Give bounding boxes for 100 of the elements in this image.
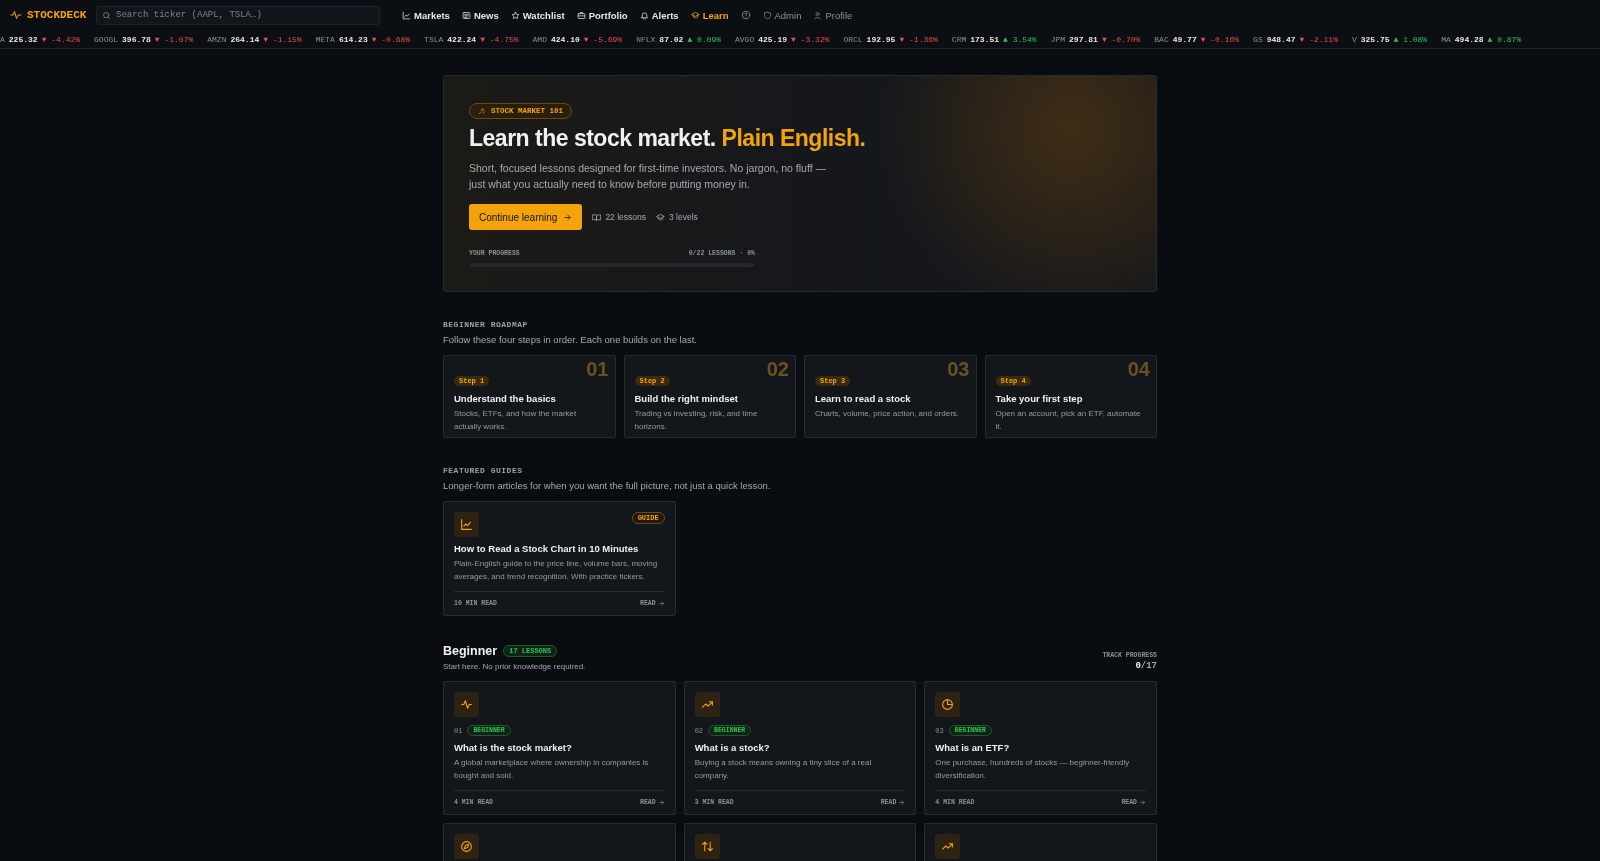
nav-icon <box>402 10 411 20</box>
ticker-symbol: CRM <box>951 34 967 44</box>
ticker-price: 424.10 <box>550 34 580 44</box>
chart-icon <box>460 518 473 531</box>
arrow-right-icon <box>898 799 906 806</box>
hero-description: Short, focused lessons designed for first-time investors. No jargon, no fluff — just what you actually need to know before putting money in. <box>469 161 827 192</box>
lesson-description: One purchase, hundreds of stocks — beginner-friendly diversification. <box>935 757 1131 782</box>
step-title: Understand the basics <box>454 393 557 404</box>
nav-link[interactable]: News <box>461 9 499 21</box>
step-description: Stocks, ETFs, and how the market actually works. <box>454 408 578 433</box>
ticker-symbol: A <box>0 34 5 44</box>
ticker-symbol: META <box>315 34 335 44</box>
nav-icon <box>510 10 520 20</box>
continue-learning-button[interactable]: Continue learning <box>469 204 583 230</box>
step-number: 04 <box>1127 358 1150 380</box>
level-count: 3 levels <box>669 212 698 222</box>
nav-link[interactable]: Watchlist <box>510 9 565 21</box>
step-title: Take your first step <box>995 393 1084 404</box>
ticker-price: 225.32 <box>8 34 38 44</box>
guide-description: Plain-English guide to the price line, volume bars, moving averages, and trend recognition. With practice tickers. <box>454 558 659 583</box>
ticker-change: ▼ -4.42% <box>41 34 81 44</box>
ticker-change: ▼ -3.32% <box>791 34 830 44</box>
ticker-change: ▲ 3.54% <box>1003 34 1037 44</box>
logo-icon <box>10 9 22 21</box>
lesson-title: What is a stock? <box>694 742 771 753</box>
nav-link[interactable]: Learn <box>690 9 729 21</box>
ticker-change: ▼ -1.15% <box>263 34 302 44</box>
track-subtitle: Start here. No prior knowledge required. <box>443 662 586 671</box>
ticker-price: 396.78 <box>122 34 151 44</box>
nav-link[interactable]: Admin <box>762 9 802 21</box>
search-field[interactable]: Search ticker (AAPL, TSLA…) <box>96 5 380 25</box>
ticker-price: 425.19 <box>758 34 787 44</box>
section-subtitle: Follow these four steps in order. Each one builds on the last. <box>443 334 698 345</box>
ticker-price: 87.02 <box>659 34 684 44</box>
arrow-right-icon <box>657 600 665 607</box>
ticker-symbol: ORCL <box>843 34 863 44</box>
ticker-price: 49.77 <box>1172 34 1197 44</box>
ticker-change: ▲ 1.08% <box>1393 34 1428 44</box>
pulse-icon <box>460 698 473 711</box>
graduation-cap-icon <box>656 212 666 222</box>
arrow-right-icon <box>563 212 573 222</box>
nav-link[interactable]: Portfolio <box>576 9 628 21</box>
step-number: 03 <box>947 358 970 380</box>
ticker-price: 192.95 <box>866 34 896 44</box>
section-label: FEATURED GUIDES <box>443 466 524 475</box>
ticker-change: ▼ -0.68% <box>371 34 411 44</box>
pie-icon <box>941 698 955 711</box>
step-description: Charts, volume, price action, and orders. <box>815 408 961 420</box>
track-progress-value: 0/17 <box>1135 661 1157 671</box>
ticker-change: ▼ -1.07% <box>154 34 194 44</box>
ticker-symbol: AMZN <box>207 34 227 44</box>
nav-icon <box>639 10 649 20</box>
trend-icon <box>700 698 714 711</box>
arrow-right-icon <box>657 799 665 806</box>
section-label: BEGINNER ROADMAP <box>443 320 529 329</box>
updown-icon <box>700 840 714 853</box>
guide-title: How to Read a Stock Chart in 10 Minutes <box>454 543 640 554</box>
ticker-change: ▲ 0.87% <box>1487 34 1522 44</box>
ticker-symbol: GS <box>1253 34 1263 44</box>
lesson-description: A global marketplace where ownership in companies is bought and sold. <box>454 757 650 782</box>
ticker-symbol: MA <box>1441 34 1451 44</box>
nav-link[interactable]: Profile <box>813 9 853 21</box>
ticker-symbol: AMD <box>532 34 547 44</box>
help-icon <box>740 10 751 20</box>
lesson-title: What is the stock market? <box>454 742 573 753</box>
lesson-count: 22 lessons <box>605 212 647 222</box>
ticker-price: 948.47 <box>1266 34 1296 44</box>
nav-link[interactable]: Alerts <box>639 9 679 21</box>
ticker-price: 422.24 <box>447 34 477 44</box>
ticker-symbol: V <box>1351 34 1357 44</box>
step-title: Build the right mindset <box>634 393 739 404</box>
ticker-price: 614.23 <box>338 34 368 44</box>
ticker-change: ▼ -5.69% <box>583 34 623 44</box>
ticker-price: 297.81 <box>1069 34 1098 44</box>
ticker-change: ▲ 0.09% <box>687 34 721 44</box>
step-title: Learn to read a stock <box>815 393 912 404</box>
arrow-right-icon <box>1139 799 1146 806</box>
ticker-price: 264.14 <box>230 34 260 44</box>
ticker-price: 173.51 <box>970 34 1000 44</box>
ticker-symbol: JPM <box>1050 34 1066 44</box>
ticker-price: 325.75 <box>1360 34 1390 44</box>
brand-name[interactable]: STOCKDECK <box>27 9 87 21</box>
step-number: 02 <box>766 358 789 380</box>
book-icon <box>592 212 602 222</box>
ticker-symbol: BAC <box>1154 34 1169 44</box>
nav-icon <box>690 10 700 20</box>
ticker-change: ▼ -4.75% <box>480 34 519 44</box>
ticker-change: ▼ -1.36% <box>899 34 938 44</box>
ticker-symbol: GOOGL <box>94 34 119 44</box>
ticker-symbol: TSLA <box>424 34 444 44</box>
nav-icon <box>762 10 772 20</box>
trend-icon <box>941 840 955 853</box>
nav-link[interactable]: Markets <box>402 9 450 21</box>
ticker-change: ▼ -0.70% <box>1101 34 1141 44</box>
step-description: Open an account, pick an ETF, automate it. <box>995 408 1142 433</box>
nav-icon <box>813 10 823 20</box>
ticker-symbol: AVGO <box>735 34 755 44</box>
ticker-price: 494.28 <box>1454 34 1484 44</box>
track-title: Beginner <box>443 644 498 658</box>
hero-title: Learn the stock market. Plain English. <box>469 125 867 152</box>
